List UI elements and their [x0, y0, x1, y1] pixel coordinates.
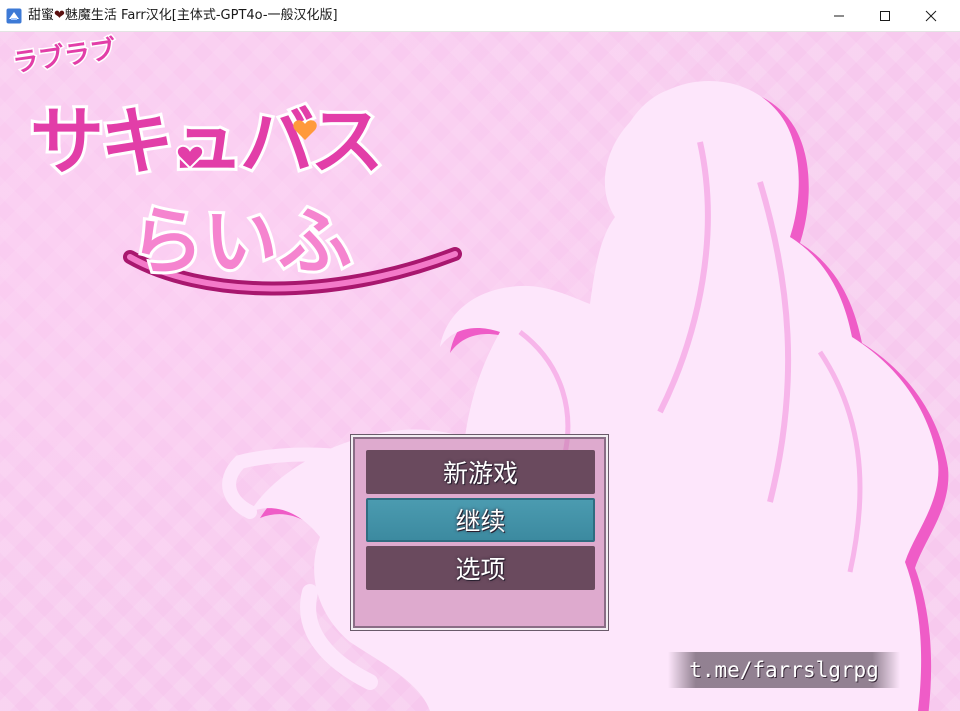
title-screen: ラブラブ サキュバス らいふ 新游戏 继续 选项 t.me/farrslgrpg — [0, 32, 960, 711]
maximize-button[interactable] — [862, 0, 908, 32]
heart-icon: ❤ — [54, 8, 65, 23]
title-command-window: 新游戏 继续 选项 — [350, 434, 609, 631]
title-bar[interactable]: 甜蜜❤魅魔生活 Farr汉化[主体式-GPT4o-一般汉化版] — [0, 0, 960, 32]
menu-options[interactable]: 选项 — [366, 546, 595, 590]
window-title-part1: 甜蜜 — [28, 8, 55, 23]
close-button[interactable] — [908, 0, 954, 32]
logo-main-line: サキュバス — [30, 99, 380, 185]
minimize-button[interactable] — [816, 0, 862, 32]
minimize-icon — [834, 15, 844, 17]
window-title: 甜蜜❤魅魔生活 Farr汉化[主体式-GPT4o-一般汉化版] — [28, 0, 338, 32]
translator-watermark: t.me/farrslgrpg — [668, 652, 900, 688]
close-icon — [925, 10, 937, 22]
window-title-part2: 魅魔生活 Farr汉化[主体式-GPT4o-一般汉化版] — [64, 8, 338, 23]
logo-sub-line: らいふ — [130, 199, 352, 285]
menu-new-game[interactable]: 新游戏 — [366, 450, 595, 494]
rpg-maker-app-icon — [6, 8, 22, 24]
logo-small-line: ラブラブ — [11, 34, 118, 79]
game-logo: ラブラブ サキュバス らいふ — [9, 32, 462, 296]
maximize-icon — [880, 11, 890, 21]
game-window: 甜蜜❤魅魔生活 Farr汉化[主体式-GPT4o-一般汉化版] ラブラブ サキュ… — [0, 0, 960, 711]
menu-continue[interactable]: 继续 — [366, 498, 595, 542]
